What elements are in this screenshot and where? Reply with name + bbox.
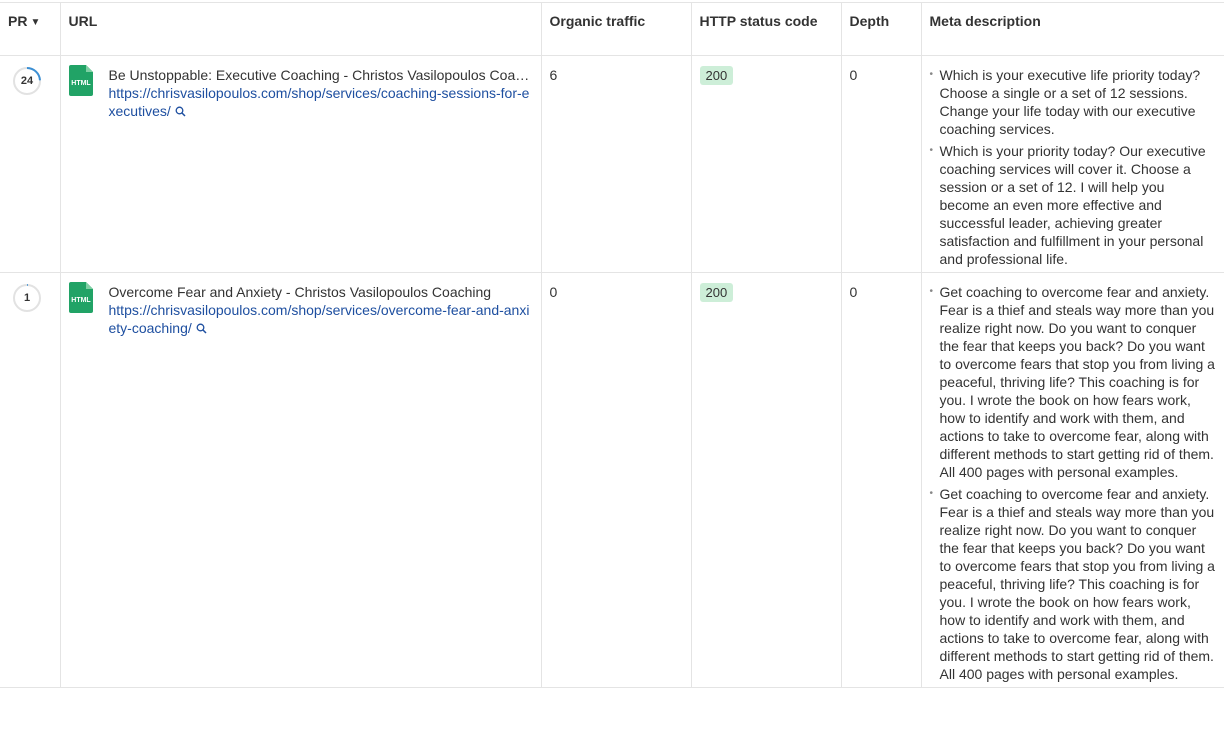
- column-header-url[interactable]: URL: [60, 2, 542, 56]
- sort-desc-icon[interactable]: ▼: [30, 17, 40, 28]
- pr-value: 1: [23, 292, 31, 304]
- page-title: Overcome Fear and Anxiety - Christos Vas…: [108, 284, 492, 300]
- magnifier-icon[interactable]: [196, 323, 207, 334]
- column-header-pr-label: PR: [8, 13, 28, 29]
- table-header-row: PR ▼ URL Organic traffic HTTP status code…: [0, 2, 1224, 56]
- depth-cell: 0: [841, 272, 922, 688]
- organic-traffic-cell: 6: [541, 55, 692, 273]
- column-header-http-status[interactable]: HTTP status code: [691, 2, 842, 56]
- html-file-icon: HTML: [68, 65, 93, 96]
- url-cell: HTML Overcome Fear and Anxiety - Christos…: [60, 272, 542, 688]
- pr-value: 24: [20, 75, 34, 87]
- magnifier-icon[interactable]: [175, 106, 186, 117]
- pr-cell: 1: [0, 272, 61, 688]
- status-badge: 200: [699, 66, 734, 85]
- page-url-link[interactable]: https://chrisvasilopoulos.com/shop/servi…: [109, 301, 533, 337]
- meta-description-item: Get coaching to overcome fear and anxiet…: [930, 283, 1217, 481]
- column-header-organic-traffic[interactable]: Organic traffic: [541, 2, 692, 56]
- pr-cell: 24: [0, 55, 61, 273]
- organic-traffic-cell: 0: [541, 272, 692, 688]
- meta-description-cell: Get coaching to overcome fear and anxiet…: [921, 273, 1224, 688]
- column-header-pr[interactable]: PR ▼: [0, 2, 61, 56]
- http-status-cell: 200: [691, 55, 842, 273]
- html-file-icon: HTML: [68, 282, 93, 313]
- http-status-cell: 200: [691, 272, 842, 688]
- pr-ring: 1: [11, 282, 43, 314]
- status-badge: 200: [699, 283, 734, 302]
- page-url-text[interactable]: https://chrisvasilopoulos.com/shop/servi…: [109, 302, 530, 336]
- page-url-link[interactable]: https://chrisvasilopoulos.com/shop/servi…: [109, 84, 533, 120]
- meta-description-cell: Which is your executive life priority to…: [921, 56, 1224, 273]
- html-icon-label: HTML: [71, 297, 91, 304]
- column-header-depth[interactable]: Depth: [841, 2, 922, 56]
- table-row: 1 HTML Overcome Fear and Anxiety - Christo…: [0, 272, 1224, 688]
- pages-table: PR ▼ URL Organic traffic HTTP status code…: [0, 2, 1224, 688]
- meta-description-item: Get coaching to overcome fear and anxiet…: [930, 485, 1217, 683]
- pr-ring: 24: [11, 65, 43, 97]
- table-row: 24 HTML Be Unstoppable: Executive Coaching…: [0, 55, 1224, 273]
- page-title: Be Unstoppable: Executive Coaching - Chr…: [108, 67, 533, 83]
- meta-description-item: Which is your executive life priority to…: [930, 66, 1217, 138]
- meta-description-item: Which is your priority today? Our execut…: [930, 142, 1217, 268]
- html-icon-label: HTML: [71, 80, 91, 87]
- url-cell: HTML Be Unstoppable: Executive Coaching -…: [60, 55, 542, 273]
- column-header-meta-description[interactable]: Meta description: [921, 3, 1224, 56]
- meta-description-list: Get coaching to overcome fear and anxiet…: [930, 283, 1217, 683]
- depth-cell: 0: [841, 55, 922, 273]
- page-url-text[interactable]: https://chrisvasilopoulos.com/shop/servi…: [109, 85, 530, 119]
- meta-description-list: Which is your executive life priority to…: [930, 66, 1217, 268]
